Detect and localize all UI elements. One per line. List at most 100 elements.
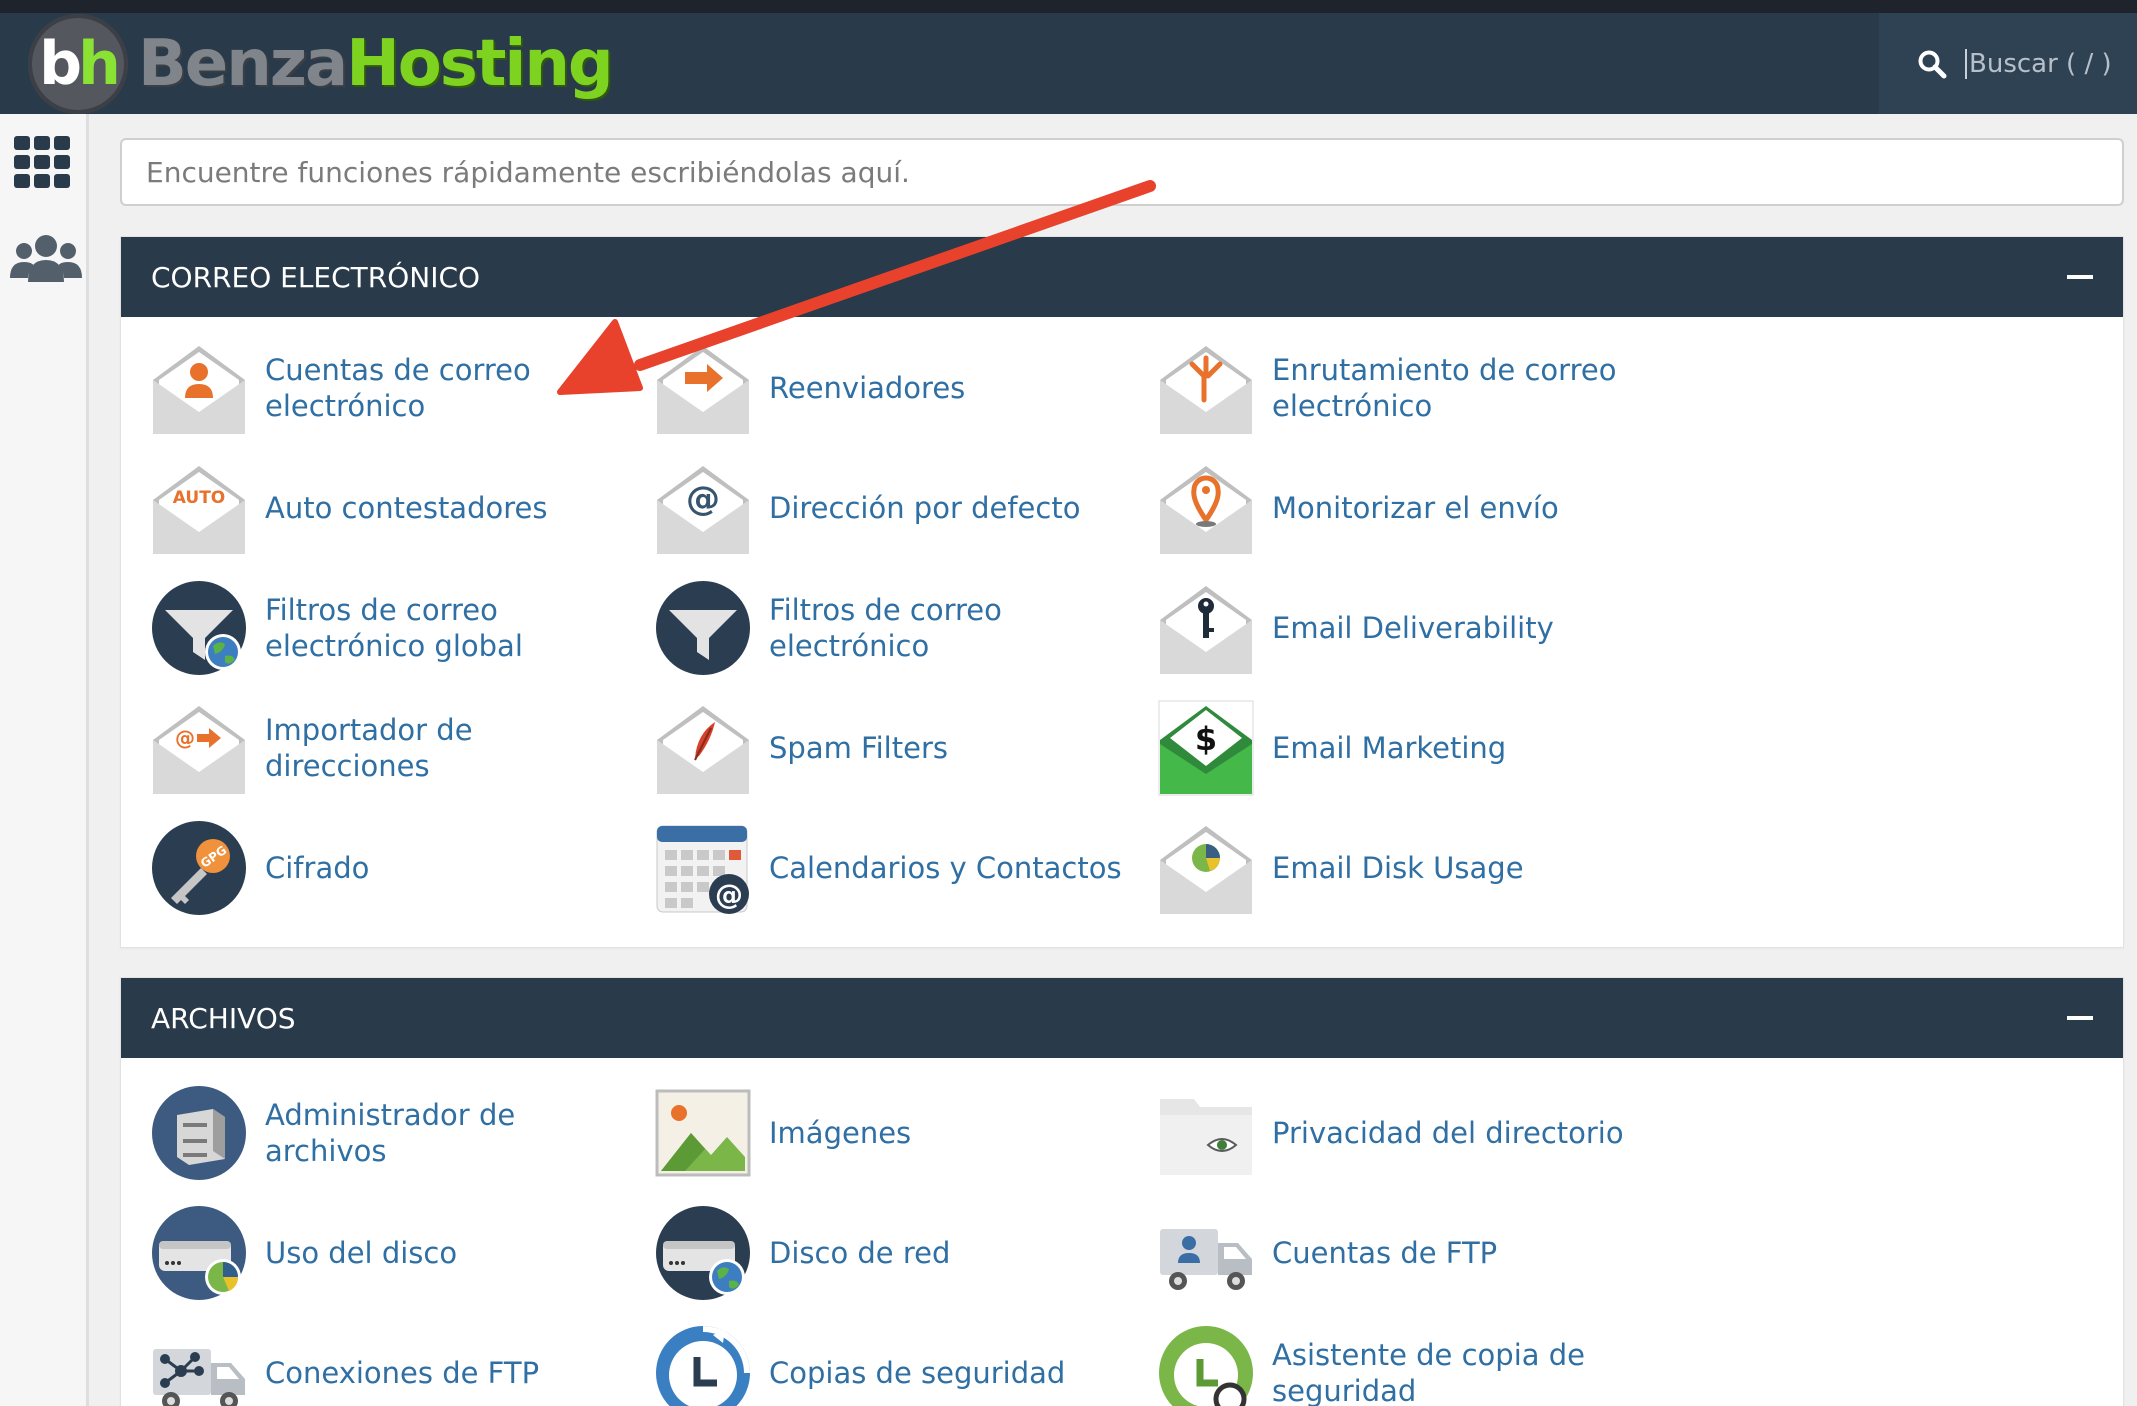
tool-label: Cuentas de correo electrónico: [265, 353, 531, 423]
tool-label: Asistente de copia de seguridad: [1272, 1338, 1585, 1406]
logo-initial-b: b: [39, 28, 82, 99]
tool-label: Cuentas de FTP: [1272, 1236, 1498, 1270]
grid-apps-icon[interactable]: [12, 134, 72, 190]
tool-ftp-accounts[interactable]: Cuentas de FTP: [1158, 1198, 1658, 1308]
file-manager-icon: [152, 1086, 246, 1180]
logo-word-benza: Benza: [138, 26, 348, 101]
ftp-connections-icon: [153, 1349, 245, 1406]
tool-autoresponders[interactable]: AUTO Auto contestadores: [151, 453, 651, 563]
tool-email-filters[interactable]: Filtros de correo electrónico: [655, 573, 1155, 683]
header-search-input[interactable]: [1965, 48, 2135, 79]
badge-text: $: [1195, 720, 1217, 758]
tool-directory-privacy[interactable]: Privacidad del directorio: [1158, 1078, 1658, 1188]
tool-label: Disco de red: [769, 1236, 951, 1270]
autoresponder-icon: AUTO: [153, 466, 245, 554]
tool-forwarders[interactable]: Reenviadores: [655, 333, 1155, 443]
badge-text: AUTO: [173, 488, 226, 508]
tool-label: Imágenes: [769, 1116, 912, 1150]
email-filter-icon: [656, 581, 750, 675]
tool-global-filters[interactable]: Filtros de correo electrónico global: [151, 573, 651, 683]
brand-logo[interactable]: bh BenzaHosting: [28, 13, 614, 114]
tool-label: Email Deliverability: [1272, 611, 1554, 645]
tool-label: Email Disk Usage: [1272, 851, 1524, 885]
sidebar: [0, 114, 89, 1406]
logo-badge: bh: [28, 13, 128, 114]
panel-email-title: CORREO ELECTRÓNICO: [151, 260, 481, 294]
track-delivery-icon: [1160, 466, 1252, 554]
tool-track-delivery[interactable]: Monitorizar el envío: [1158, 453, 1658, 563]
tool-label: Auto contestadores: [265, 491, 548, 525]
tool-label: Calendarios y Contactos: [769, 851, 1122, 885]
tool-images[interactable]: Imágenes: [655, 1078, 1155, 1188]
tool-label: Reenviadores: [769, 371, 966, 405]
tool-label: Monitorizar el envío: [1272, 491, 1559, 525]
global-filter-icon: [152, 581, 246, 675]
logo-initial-h: h: [78, 28, 121, 99]
header-search: [1879, 13, 2137, 114]
tool-label: Filtros de correo electrónico: [769, 593, 1002, 663]
top-bar: bh BenzaHosting: [0, 13, 2137, 114]
tool-label: Spam Filters: [769, 731, 948, 765]
tool-email-marketing[interactable]: $ Email Marketing: [1158, 693, 1658, 803]
badge-text: @: [686, 479, 720, 519]
tool-encryption[interactable]: GPG Cifrado: [151, 813, 651, 923]
tool-label: Administrador de archivos: [265, 1098, 516, 1168]
tool-email-accounts[interactable]: Cuentas de correo electrónico: [151, 333, 651, 443]
tool-default-address[interactable]: @ Dirección por defecto: [655, 453, 1155, 563]
panel-email: CORREO ELECTRÓNICO Cuentas de correo ele…: [120, 236, 2124, 948]
email-disk-usage-icon: [1160, 826, 1252, 914]
users-icon[interactable]: [10, 232, 82, 284]
tool-label: Email Marketing: [1272, 731, 1507, 765]
tool-web-disk[interactable]: Disco de red: [655, 1198, 1155, 1308]
tool-spam-filters[interactable]: Spam Filters: [655, 693, 1155, 803]
tool-ftp-connections[interactable]: Conexiones de FTP: [151, 1318, 651, 1406]
tool-email-routing[interactable]: Enrutamiento de correo electrónico: [1158, 333, 1658, 443]
collapse-icon[interactable]: [2067, 1016, 2093, 1020]
tool-disk-usage[interactable]: Uso del disco: [151, 1198, 651, 1308]
email-account-icon: [153, 346, 245, 434]
tool-label: Privacidad del directorio: [1272, 1116, 1624, 1150]
tool-label: Dirección por defecto: [769, 491, 1081, 525]
tool-label: Uso del disco: [265, 1236, 458, 1270]
badge-text: @: [715, 878, 743, 911]
tool-label: Importador de direcciones: [265, 713, 473, 783]
search-icon[interactable]: [1917, 49, 1947, 79]
spam-filter-icon: [657, 706, 749, 794]
default-address-icon: @: [657, 466, 749, 554]
email-marketing-icon: $: [1158, 700, 1254, 796]
tool-address-importer[interactable]: @ Importador de direcciones: [151, 693, 651, 803]
directory-privacy-icon: [1160, 1099, 1252, 1175]
panel-email-header[interactable]: CORREO ELECTRÓNICO: [121, 237, 2123, 317]
quick-search-input[interactable]: [120, 138, 2124, 206]
backup-icon: [656, 1326, 750, 1406]
email-forwarder-icon: [657, 346, 749, 434]
panel-files-header[interactable]: ARCHIVOS: [121, 978, 2123, 1058]
tool-label: Copias de seguridad: [769, 1356, 1066, 1390]
tool-backup-wizard[interactable]: Asistente de copia de seguridad: [1158, 1318, 1658, 1406]
badge-text: @: [175, 726, 195, 750]
tool-backup[interactable]: Copias de seguridad: [655, 1318, 1155, 1406]
panel-files: ARCHIVOS Administrador de archivos Imáge…: [120, 977, 2124, 1406]
tool-calendars-contacts[interactable]: @ Calendarios y Contactos: [655, 813, 1155, 923]
tool-label: Conexiones de FTP: [265, 1356, 540, 1390]
tool-email-disk-usage[interactable]: Email Disk Usage: [1158, 813, 1658, 923]
logo-word-hosting: Hosting: [346, 26, 614, 101]
address-importer-icon: @: [153, 706, 245, 794]
disk-usage-icon: [152, 1206, 246, 1300]
calendar-contacts-icon: @: [656, 825, 749, 914]
tool-label: Enrutamiento de correo electrónico: [1272, 353, 1617, 423]
panel-files-title: ARCHIVOS: [151, 1001, 296, 1035]
backup-wizard-icon: [1159, 1326, 1253, 1406]
web-disk-icon: [656, 1206, 750, 1300]
email-routing-icon: [1160, 346, 1252, 434]
deliverability-key-icon: [1160, 586, 1252, 674]
tool-email-deliverability[interactable]: Email Deliverability: [1158, 573, 1658, 683]
main-content: CORREO ELECTRÓNICO Cuentas de correo ele…: [120, 138, 2124, 1406]
encryption-key-icon: GPG: [152, 821, 246, 915]
collapse-icon[interactable]: [2067, 275, 2093, 279]
tool-label: Cifrado: [265, 851, 370, 885]
tool-file-manager[interactable]: Administrador de archivos: [151, 1078, 651, 1188]
logo-wordmark: BenzaHosting: [138, 26, 614, 101]
ftp-accounts-icon: [1160, 1229, 1252, 1290]
tool-label: Filtros de correo electrónico global: [265, 593, 523, 663]
